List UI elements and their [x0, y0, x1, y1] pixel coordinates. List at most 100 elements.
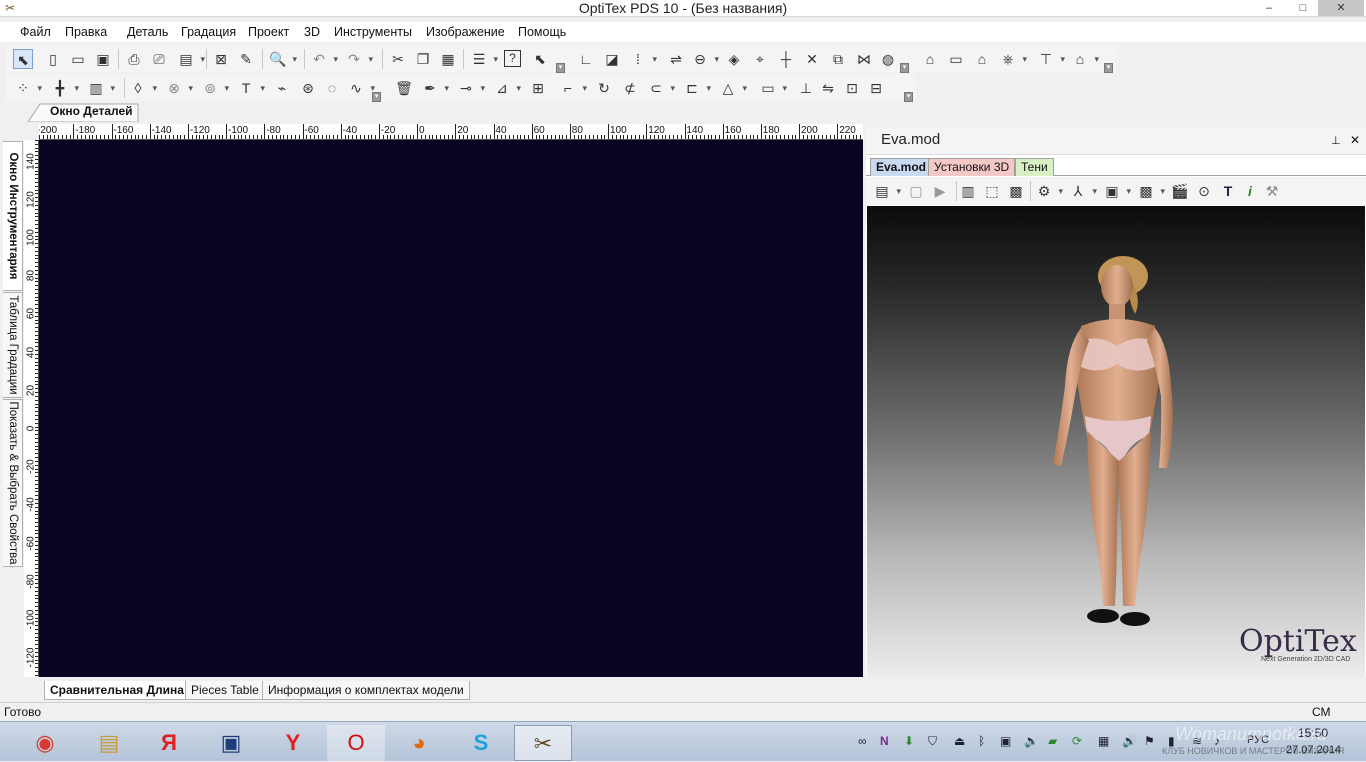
refresh-icon[interactable]: ↻: [594, 78, 614, 98]
new-file-icon[interactable]: ▯: [43, 49, 63, 69]
sew-icon[interactable]: ⌖: [750, 49, 770, 69]
skype-icon[interactable]: S: [452, 725, 510, 761]
tab-pieces-window[interactable]: Окно Деталей: [50, 104, 133, 118]
print-setup-icon[interactable]: ▤: [176, 49, 205, 69]
layer-icon[interactable]: ⊄: [620, 78, 640, 98]
tension-icon[interactable]: ⚙: [1034, 181, 1063, 201]
point-icon[interactable]: ⁘: [13, 78, 42, 98]
flag-icon[interactable]: ⚑: [1144, 734, 1155, 748]
context-help-icon[interactable]: ⬉: [530, 49, 550, 69]
undo-icon[interactable]: ↶: [309, 49, 338, 69]
menu-grading[interactable]: Градация: [179, 22, 238, 42]
rotate-icon[interactable]: ⌐: [558, 78, 587, 98]
dart-icon[interactable]: ✕: [802, 49, 822, 69]
measure-icon[interactable]: ✎: [236, 49, 256, 69]
menu-file[interactable]: Файл: [18, 22, 53, 42]
tab-comparative-length[interactable]: Сравнительная Длина: [44, 681, 190, 700]
menu-piece[interactable]: Деталь: [125, 22, 170, 42]
pin-icon[interactable]: ⊥: [1331, 134, 1341, 147]
tab-grading-table[interactable]: Таблица Градации: [3, 292, 23, 398]
grade-rules-icon[interactable]: ⁞: [628, 49, 657, 69]
pen-icon[interactable]: ✒: [420, 78, 449, 98]
walk-icon[interactable]: ⌁: [272, 78, 292, 98]
marker-icon[interactable]: ⎈: [998, 49, 1027, 69]
properties-icon[interactable]: ☰: [469, 49, 498, 69]
triangle-icon[interactable]: △: [718, 78, 747, 98]
cut-icon[interactable]: ✂: [388, 49, 408, 69]
print-icon[interactable]: ⎙: [124, 49, 144, 69]
page-icon[interactable]: ▭: [758, 78, 787, 98]
menu-3d[interactable]: 3D: [302, 22, 322, 42]
piece-tool-icon[interactable]: ⌂: [920, 49, 940, 69]
panel-close-icon[interactable]: ✕: [1350, 133, 1360, 147]
tab-model-info[interactable]: Информация о комплектах модели: [262, 681, 470, 700]
mirror-icon[interactable]: ⇌: [666, 49, 686, 69]
fold-icon[interactable]: ◊: [128, 78, 157, 98]
fit-icon[interactable]: ⬚: [982, 181, 1002, 201]
menu-edit[interactable]: Правка: [63, 22, 109, 42]
zoom-icon[interactable]: 🔍: [268, 49, 297, 69]
axis-icon[interactable]: ∟: [576, 49, 596, 69]
pattern-canvas[interactable]: [39, 140, 863, 677]
tab-3d-settings[interactable]: Установки 3D: [928, 158, 1016, 176]
offset-icon[interactable]: ⊿: [492, 78, 521, 98]
delete-piece-icon[interactable]: ⊠: [211, 49, 231, 69]
pointer-icon[interactable]: ⬉: [13, 49, 33, 69]
redo-icon[interactable]: ↷: [344, 49, 373, 69]
download-icon[interactable]: ⬇: [904, 734, 914, 748]
plot-icon[interactable]: ⎚: [149, 49, 169, 69]
open-folder-icon[interactable]: ▭: [68, 49, 88, 69]
align-left-icon[interactable]: ⊏: [682, 78, 711, 98]
save-icon[interactable]: ▣: [93, 49, 113, 69]
menu-tools[interactable]: Инструменты: [332, 22, 414, 42]
menu-image[interactable]: Изображение: [424, 22, 507, 42]
grid-icon[interactable]: ▩: [1006, 181, 1026, 201]
sync-icon[interactable]: ⟳: [1072, 734, 1082, 748]
onenote-icon[interactable]: N: [880, 734, 889, 748]
play-icon[interactable]: ▶: [930, 181, 950, 201]
dart-tool-icon[interactable]: ▥: [86, 78, 115, 98]
monitor-icon[interactable]: ▣: [1000, 734, 1011, 748]
explorer-icon[interactable]: ▤: [80, 725, 138, 761]
seam-icon[interactable]: ⊛: [298, 78, 318, 98]
3d-viewport[interactable]: OptiTex Next Generation 2D/3D CAD: [867, 206, 1365, 677]
align-icon[interactable]: ┼: [776, 49, 796, 69]
volume-icon[interactable]: 🔊: [1122, 734, 1137, 748]
view-icon[interactable]: ▣: [1102, 181, 1131, 201]
report-icon[interactable]: ⊟: [866, 78, 886, 98]
clapper-icon[interactable]: 🎬: [1170, 181, 1190, 201]
tab-shadows[interactable]: Тени: [1015, 158, 1054, 176]
export-icon[interactable]: ⊡: [842, 78, 862, 98]
drape-icon[interactable]: ▥: [958, 181, 978, 201]
swap-icon[interactable]: ⊖: [690, 49, 719, 69]
info-icon[interactable]: i: [1240, 181, 1260, 201]
button-icon[interactable]: ⊗: [164, 78, 193, 98]
split-icon[interactable]: ⊞: [528, 78, 548, 98]
smooth-icon[interactable]: ∿: [346, 78, 375, 98]
display-icon[interactable]: ▦: [1098, 734, 1109, 748]
anchor-icon[interactable]: ⊥: [796, 78, 816, 98]
grade-point-icon[interactable]: ╋: [50, 78, 79, 98]
copy-icon[interactable]: ❐: [413, 49, 433, 69]
text-icon[interactable]: T: [1218, 181, 1238, 201]
layout-icon[interactable]: ⇋: [818, 78, 838, 98]
ruler-icon[interactable]: ▭: [946, 49, 966, 69]
tab-eva-mod[interactable]: Eva.mod: [870, 158, 933, 176]
optitex-icon[interactable]: ✂: [514, 725, 572, 761]
settings-icon[interactable]: ⚒: [1262, 181, 1282, 201]
curve-tool-icon[interactable]: ◌: [322, 78, 342, 98]
maximize-button[interactable]: □: [1290, 0, 1316, 16]
texture-icon[interactable]: ▢: [906, 181, 926, 201]
nvidia-icon[interactable]: ▰: [1048, 734, 1057, 748]
pleat-icon[interactable]: ⧉: [828, 49, 848, 69]
camera-icon[interactable]: ▩: [1136, 181, 1165, 201]
block-icon[interactable]: ⌂: [1070, 49, 1099, 69]
help-icon[interactable]: ?: [504, 50, 521, 67]
axes-icon[interactable]: ⅄: [1068, 181, 1097, 201]
trash-icon[interactable]: 🗑: [394, 78, 414, 98]
notch-icon[interactable]: ⋈: [854, 49, 874, 69]
tab-pieces-table[interactable]: Pieces Table: [185, 681, 265, 700]
circle-icon[interactable]: ◍: [878, 49, 898, 69]
bluetooth-icon[interactable]: ᛒ: [978, 734, 985, 748]
paste-icon[interactable]: ▦: [438, 49, 458, 69]
